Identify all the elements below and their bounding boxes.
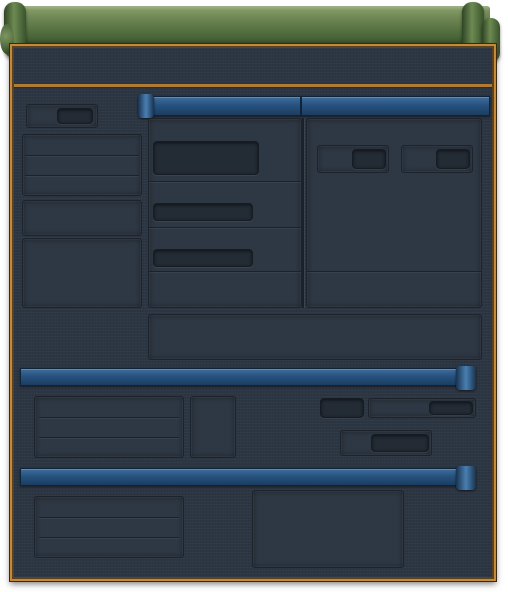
middle-dropdown[interactable]: [368, 398, 476, 418]
middle-field-3[interactable]: [153, 249, 253, 267]
lower-left-divider: [39, 537, 179, 538]
right-button-1[interactable]: [317, 145, 389, 173]
middle-header-ribbon: [20, 368, 464, 386]
lower-right-panel: [252, 490, 404, 568]
left-list-divider: [25, 175, 139, 176]
right-button-1-slot: [352, 149, 386, 169]
middle-field-2[interactable]: [153, 203, 253, 221]
right-button-2-slot: [436, 149, 470, 169]
lower-left-panel: [34, 496, 184, 558]
column-separator: [302, 118, 304, 308]
middle-small-field[interactable]: [320, 398, 364, 418]
middle-icon-slot[interactable]: [190, 396, 236, 458]
middle-row-divider: [149, 271, 301, 272]
top-left-button-slot: [57, 108, 93, 124]
lower-left-divider: [39, 517, 179, 518]
middle-row-divider: [149, 181, 301, 182]
top-left-button[interactable]: [26, 104, 98, 128]
left-list-box-1[interactable]: [22, 134, 142, 196]
middle-left-panel: [34, 396, 184, 458]
right-column: [306, 118, 482, 308]
middle-ribbon-end-icon: [456, 366, 476, 390]
middle-dropdown-slot: [429, 401, 473, 415]
middle-action-button-slot: [371, 434, 429, 452]
title-scroll-banner: [14, 6, 490, 46]
middle-left-divider: [39, 417, 179, 418]
header-divider: [14, 84, 492, 87]
left-list-box-3[interactable]: [22, 238, 142, 308]
left-list-divider: [25, 155, 139, 156]
upper-header-ribbon: [148, 96, 490, 116]
upper-wide-panel: [148, 314, 482, 360]
middle-row-divider: [149, 227, 301, 228]
right-button-2[interactable]: [401, 145, 473, 173]
middle-column: [148, 118, 302, 308]
lower-header-ribbon: [20, 468, 464, 486]
lower-ribbon-end-icon: [456, 466, 476, 490]
right-row-divider: [307, 271, 481, 272]
left-list-box-2[interactable]: [22, 200, 142, 236]
middle-field-1[interactable]: [153, 141, 259, 175]
ribbon-divider: [300, 96, 302, 116]
middle-left-divider: [39, 437, 179, 438]
middle-action-button[interactable]: [340, 430, 432, 456]
upper-ribbon-end-icon: [138, 94, 154, 118]
